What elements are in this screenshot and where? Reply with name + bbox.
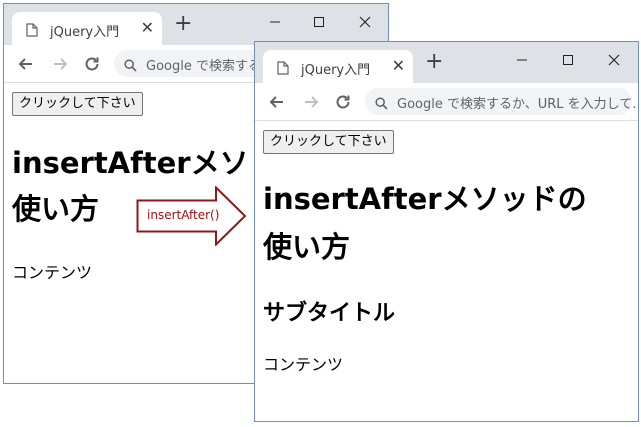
arrow-right-icon[interactable]	[301, 92, 321, 112]
close-icon[interactable]: ✕	[141, 18, 154, 38]
window-close-icon[interactable]	[342, 10, 388, 34]
page-title-line2: 使い方	[12, 192, 100, 226]
tab-title: jQuery入門	[301, 63, 371, 78]
page-title-line1: insertAfterメソ	[12, 146, 249, 180]
page-icon	[277, 60, 290, 75]
reload-icon[interactable]	[333, 92, 353, 112]
minimize-icon[interactable]	[252, 10, 298, 34]
page-title-line2: 使い方	[263, 230, 351, 264]
search-icon	[124, 57, 137, 76]
reload-icon[interactable]	[82, 54, 102, 74]
arrow-left-icon[interactable]	[16, 54, 36, 74]
content-paragraph: コンテンツ	[12, 263, 93, 282]
click-button[interactable]: クリックして下さい	[263, 130, 394, 154]
arrow-left-icon[interactable]	[267, 92, 287, 112]
address-bar-placeholder: Google で検索するか、URL を入力して…	[397, 97, 639, 112]
address-bar[interactable]: Google で検索するか、URL を入力して…	[365, 88, 638, 115]
maximize-icon[interactable]	[296, 10, 342, 34]
browser-tab[interactable]: jQuery入門 ✕	[12, 12, 162, 45]
window-close-icon[interactable]	[591, 48, 637, 72]
tab-title: jQuery入門	[50, 25, 120, 40]
browser-window-after: jQuery入門 ✕ + Google で検索するか、URL を入力して… クリ…	[254, 41, 639, 422]
plus-icon[interactable]: +	[425, 51, 443, 73]
close-icon[interactable]: ✕	[392, 56, 405, 76]
annotation-label: insertAfter()	[147, 208, 220, 222]
page-content: クリックして下さい insertAfterメソッドの 使い方 サブタイトル コン…	[255, 121, 638, 421]
maximize-icon[interactable]	[545, 48, 591, 72]
browser-tab[interactable]: jQuery入門 ✕	[263, 50, 413, 83]
minimize-icon[interactable]	[499, 48, 545, 72]
page-icon	[26, 22, 39, 37]
title-bar: jQuery入門 ✕ +	[255, 42, 638, 83]
title-bar: jQuery入門 ✕ +	[4, 4, 388, 45]
subtitle: サブタイトル	[263, 301, 396, 326]
toolbar: Google で検索するか、URL を入力して…	[255, 83, 638, 121]
click-button[interactable]: クリックして下さい	[12, 92, 143, 116]
search-icon	[375, 95, 388, 114]
page-title-line1: insertAfterメソッドの	[263, 182, 587, 216]
arrow-right-icon[interactable]	[50, 54, 70, 74]
plus-icon[interactable]: +	[174, 13, 192, 35]
content-paragraph: コンテンツ	[263, 355, 344, 374]
address-bar-placeholder: Google で検索する	[146, 59, 261, 74]
